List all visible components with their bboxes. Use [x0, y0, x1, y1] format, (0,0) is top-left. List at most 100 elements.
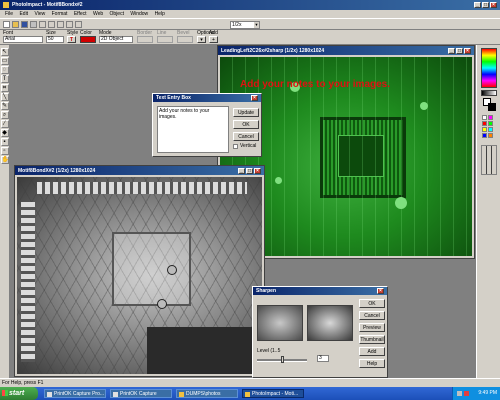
xray-image-window[interactable]: Motif8BondX#2 (1/2x) 1280x1024 _ □ ×: [14, 165, 265, 377]
style-button[interactable]: T: [67, 36, 76, 43]
palette-swatch[interactable]: [482, 127, 487, 132]
menu-effect[interactable]: Effect: [74, 11, 87, 17]
palette-swatch[interactable]: [488, 133, 493, 138]
maximize-icon[interactable]: □: [246, 167, 253, 174]
menu-format[interactable]: Format: [52, 11, 68, 17]
taskbar-item-label: DUMPS\photos: [186, 391, 221, 397]
background-color[interactable]: [488, 103, 496, 111]
print-icon[interactable]: [30, 21, 37, 28]
preview-button[interactable]: Preview: [359, 323, 385, 332]
start-label: start: [9, 390, 25, 397]
update-button[interactable]: Update: [233, 108, 259, 117]
die-outline: [112, 232, 191, 306]
lasso-tool-icon[interactable]: ◌: [0, 66, 9, 74]
minimize-icon[interactable]: _: [238, 167, 245, 174]
minimize-icon[interactable]: _: [448, 47, 455, 54]
taskbar-item[interactable]: DUMPS\photos: [176, 389, 238, 398]
thumbnail-button[interactable]: Thumbnail: [359, 335, 385, 344]
line-control[interactable]: [157, 36, 173, 43]
taskbar-item[interactable]: PhotoImpact - Moti...: [242, 389, 304, 398]
system-tray: 9:49 PM: [452, 387, 500, 400]
selection-tool-icon[interactable]: ▭: [0, 57, 9, 65]
grayscale-bar[interactable]: [481, 90, 497, 96]
overlay-text[interactable]: Add your notes to your images.: [240, 79, 390, 90]
close-icon[interactable]: ×: [254, 167, 261, 174]
text-tool-icon[interactable]: T: [0, 75, 9, 83]
menu-web[interactable]: Web: [93, 11, 103, 17]
redo-icon[interactable]: [75, 21, 82, 28]
brush-grid[interactable]: [481, 145, 497, 175]
menu-file[interactable]: File: [5, 11, 13, 17]
eraser-tool-icon[interactable]: ▫: [0, 147, 9, 155]
tray-icon[interactable]: [457, 391, 462, 396]
undo-icon[interactable]: [66, 21, 73, 28]
color-spectrum[interactable]: [481, 48, 497, 88]
close-icon[interactable]: ×: [377, 288, 384, 294]
stamp-tool-icon[interactable]: ▪: [0, 138, 9, 146]
maximize-icon[interactable]: □: [456, 47, 463, 54]
menu-window[interactable]: Window: [130, 11, 148, 17]
palette-swatch[interactable]: [482, 115, 487, 120]
border-control[interactable]: [137, 36, 153, 43]
menu-help[interactable]: Help: [155, 11, 165, 17]
palette-swatch[interactable]: [482, 133, 487, 138]
menu-edit[interactable]: Edit: [19, 11, 28, 17]
text-entry-value: Add your notes to your images.: [159, 108, 210, 120]
tool-panel: ↖ ▭ ◌ T ⌗ ╲ ✎ ⌕ ⁄ ◆ ▪ ▫ ✋: [0, 45, 10, 378]
pick-tool-icon[interactable]: ↖: [0, 48, 9, 56]
taskbar-item[interactable]: PrintOK Capture: [110, 389, 172, 398]
maximize-icon[interactable]: □: [482, 2, 489, 8]
size-value: 50: [48, 36, 54, 42]
board-pad: [275, 177, 282, 184]
zoom-tool-icon[interactable]: ⌕: [0, 111, 9, 119]
menu-view[interactable]: View: [34, 11, 45, 17]
help-button[interactable]: Help: [359, 359, 385, 368]
level-input[interactable]: 3: [317, 355, 329, 362]
cancel-button[interactable]: Cancel: [233, 132, 259, 141]
close-icon[interactable]: ×: [251, 95, 258, 101]
menu-object[interactable]: Object: [110, 11, 124, 17]
new-icon[interactable]: [3, 21, 10, 28]
tray-icon[interactable]: [464, 391, 469, 396]
close-icon[interactable]: ×: [490, 2, 497, 8]
font-select[interactable]: Arial: [3, 36, 43, 43]
add-button[interactable]: +: [209, 36, 218, 43]
size-select[interactable]: 50: [46, 36, 64, 43]
minimize-icon[interactable]: _: [474, 2, 481, 8]
hand-tool-icon[interactable]: ✋: [0, 156, 9, 164]
crop-tool-icon[interactable]: ⌗: [0, 84, 9, 92]
palette-swatch[interactable]: [488, 121, 493, 126]
vertical-checkbox[interactable]: [233, 144, 238, 149]
ok-button[interactable]: OK: [233, 120, 259, 129]
color-swatch[interactable]: [80, 36, 96, 43]
add-button[interactable]: Add: [359, 347, 385, 356]
cancel-button[interactable]: Cancel: [359, 311, 385, 320]
ok-button[interactable]: OK: [359, 299, 385, 308]
cut-icon[interactable]: [39, 21, 46, 28]
palette-swatch[interactable]: [488, 115, 493, 120]
save-icon[interactable]: [21, 21, 28, 28]
palette-swatch[interactable]: [488, 127, 493, 132]
zoom-select[interactable]: 1/2x ▼: [230, 21, 260, 29]
start-button[interactable]: start: [0, 387, 38, 400]
brush-tool-icon[interactable]: ✎: [0, 102, 9, 110]
mode-select[interactable]: 2D Object: [99, 36, 133, 43]
options-button[interactable]: ▾: [197, 36, 206, 43]
line-tool-icon[interactable]: ╲: [0, 93, 9, 101]
vertical-label: Vertical: [240, 143, 257, 149]
level-slider-thumb[interactable]: [281, 356, 284, 363]
eyedropper-tool-icon[interactable]: ⁄: [0, 120, 9, 128]
palette-swatch[interactable]: [482, 121, 487, 126]
level-label: Level (1..5: [257, 348, 281, 354]
text-entry-textarea[interactable]: Add your notes to your images.: [157, 106, 229, 153]
close-icon[interactable]: ×: [464, 47, 471, 54]
paste-icon[interactable]: [57, 21, 64, 28]
bevel-control[interactable]: [177, 36, 193, 43]
taskbar-item[interactable]: PrintOK Capture Pro...: [44, 389, 106, 398]
bond-ball: [157, 299, 167, 309]
green-window-title: LeadingLeft2C26x#2sharp (1/2x) 1280x1024: [221, 47, 325, 54]
fill-tool-icon[interactable]: ◆: [0, 129, 9, 137]
copy-icon[interactable]: [48, 21, 55, 28]
before-preview: [257, 305, 303, 341]
open-icon[interactable]: [12, 21, 19, 28]
